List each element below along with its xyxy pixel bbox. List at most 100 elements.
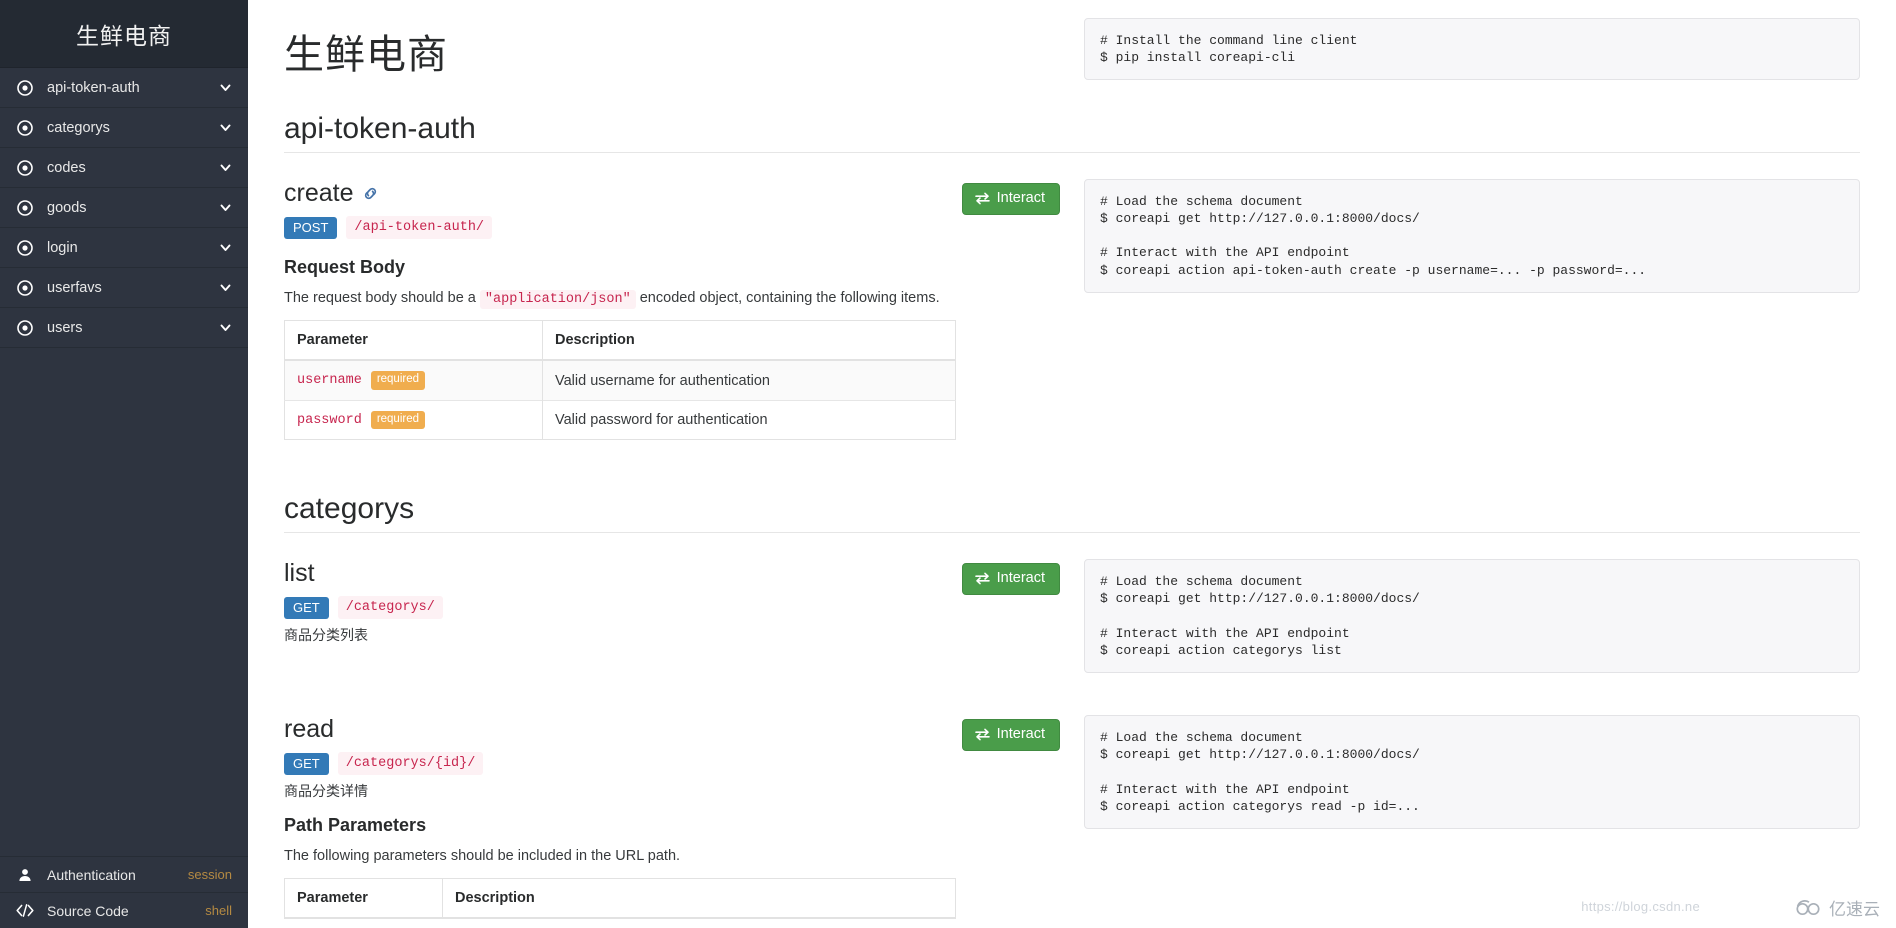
target-icon <box>16 119 33 136</box>
link-name: list <box>284 559 315 588</box>
sidebar-item-userfavs[interactable]: userfavs <box>0 268 248 308</box>
link-detail-column: read GET /categorys/{id}/ 商品分类详情 Interac… <box>284 715 1084 919</box>
sidebar-item-codes[interactable]: codes <box>0 148 248 188</box>
link-name: create <box>284 179 354 207</box>
table-header-row: Parameter Description <box>284 320 956 362</box>
sidebar-item-label: Authentication <box>47 866 136 883</box>
exchange-icon <box>974 192 990 205</box>
sidebar-item-label: api-token-auth <box>47 79 140 96</box>
sidebar-item-label: users <box>47 319 83 336</box>
column-header-parameter: Parameter <box>284 320 543 362</box>
chevron-down-icon[interactable] <box>218 281 232 295</box>
install-code-block: # Install the command line client $ pip … <box>1084 18 1860 81</box>
sidebar-brand: 生鲜电商 <box>0 0 248 68</box>
group-categorys: categorys list GET /categorys/ 商品分类列表 In… <box>284 492 1860 919</box>
param-name: password <box>297 412 362 428</box>
target-icon <box>16 239 33 256</box>
param-name: username <box>297 373 362 389</box>
interact-button[interactable]: Interact <box>961 719 1060 751</box>
request-body-description: The request body should be a "applicatio… <box>284 288 1060 310</box>
table-row: username required Valid username for auth… <box>284 359 956 401</box>
content-type-code: "application/json" <box>479 290 636 309</box>
link-create: create POST /api-token-auth/ Interact Re… <box>284 179 1860 441</box>
link-name: read <box>284 715 335 744</box>
group-title: api-token-auth <box>284 112 476 145</box>
interact-button[interactable]: Interact <box>961 563 1060 595</box>
http-method-badge: GET <box>284 752 329 775</box>
link-list: list GET /categorys/ 商品分类列表 Interact # L… <box>284 559 1860 674</box>
sidebar-item-authentication[interactable]: Authentication session <box>0 856 248 892</box>
link-description: 商品分类列表 <box>284 627 368 644</box>
chevron-down-icon[interactable] <box>218 81 232 95</box>
link-code-column: # Load the schema document $ coreapi get… <box>1084 559 1860 674</box>
http-method-badge: POST <box>284 216 338 239</box>
table-row: password required Valid password for auth… <box>284 399 956 440</box>
request-body-params-table: Parameter Description username required V… <box>284 320 956 441</box>
interact-button-label: Interact <box>996 190 1045 206</box>
install-code-column: # Install the command line client $ pip … <box>1084 18 1860 81</box>
path-params-table: Parameter Description <box>284 877 956 919</box>
link-detail-column: list GET /categorys/ 商品分类列表 Interact <box>284 559 1084 645</box>
required-badge: required <box>370 371 426 390</box>
permalink-icon[interactable] <box>361 184 380 203</box>
sidebar-item-label: goods <box>47 199 87 216</box>
interact-button[interactable]: Interact <box>961 183 1060 215</box>
source-code-lang-badge: shell <box>205 903 232 918</box>
required-badge: required <box>370 410 426 430</box>
sidebar-item-label: userfavs <box>47 279 102 296</box>
user-icon <box>16 868 34 882</box>
endpoint-url: /categorys/{id}/ <box>337 752 484 776</box>
link-code-column: # Load the schema document $ coreapi get… <box>1084 715 1860 829</box>
target-icon <box>16 199 33 216</box>
target-icon <box>16 159 33 176</box>
page-title: 生鲜电商 <box>284 33 448 77</box>
link-heading: read <box>284 715 962 744</box>
sidebar-item-label: Source Code <box>47 902 129 919</box>
sidebar-item-label: login <box>47 239 78 256</box>
interact-button-label: Interact <box>996 570 1045 587</box>
sidebar-item-label: categorys <box>47 119 110 136</box>
auth-scheme-badge: session <box>187 867 232 882</box>
page-header-row: 生鲜电商 # Install the command line client $… <box>284 18 1860 112</box>
sidebar-item-api-token-auth[interactable]: api-token-auth <box>0 68 248 108</box>
column-header-description: Description <box>542 320 956 362</box>
interact-button-label: Interact <box>996 726 1045 743</box>
sidebar-brand-label: 生鲜电商 <box>76 22 172 49</box>
chevron-down-icon[interactable] <box>218 241 232 255</box>
code-icon <box>16 904 34 917</box>
group-divider <box>284 532 1860 534</box>
coreapi-code-block: # Load the schema document $ coreapi get… <box>1084 559 1860 674</box>
link-heading: create <box>284 179 962 208</box>
param-description: Valid username for authentication <box>542 359 956 401</box>
exchange-icon <box>974 572 990 585</box>
group-title: categorys <box>284 492 415 526</box>
chevron-down-icon[interactable] <box>218 161 232 175</box>
sidebar-item-categorys[interactable]: categorys <box>0 108 248 148</box>
sidebar-nav: api-token-auth categorys codes goods log… <box>0 68 248 348</box>
sidebar-item-login[interactable]: login <box>0 228 248 268</box>
page-title-column: 生鲜电商 <box>284 18 1084 112</box>
sidebar-item-goods[interactable]: goods <box>0 188 248 228</box>
sidebar-item-label: codes <box>47 159 86 176</box>
exchange-icon <box>974 728 990 741</box>
method-row: GET /categorys/{id}/ <box>284 752 962 776</box>
target-icon <box>16 319 33 336</box>
endpoint-url: /api-token-auth/ <box>346 216 493 239</box>
param-description: Valid password for authentication <box>542 399 956 440</box>
chevron-down-icon[interactable] <box>218 121 232 135</box>
sidebar-item-source-code[interactable]: Source Code shell <box>0 892 248 928</box>
main-content: 生鲜电商 # Install the command line client $… <box>248 0 1896 928</box>
sidebar: 生鲜电商 api-token-auth categorys codes good… <box>0 0 248 928</box>
target-icon <box>16 279 33 296</box>
coreapi-code-block: # Load the schema document $ coreapi get… <box>1084 179 1860 293</box>
target-icon <box>16 79 33 96</box>
link-heading: list <box>284 559 962 588</box>
param-cell: password required <box>284 399 543 440</box>
chevron-down-icon[interactable] <box>218 201 232 215</box>
request-body-heading: Request Body <box>284 257 406 277</box>
link-description: 商品分类详情 <box>284 783 368 800</box>
sidebar-item-users[interactable]: users <box>0 308 248 348</box>
chevron-down-icon[interactable] <box>218 321 232 335</box>
